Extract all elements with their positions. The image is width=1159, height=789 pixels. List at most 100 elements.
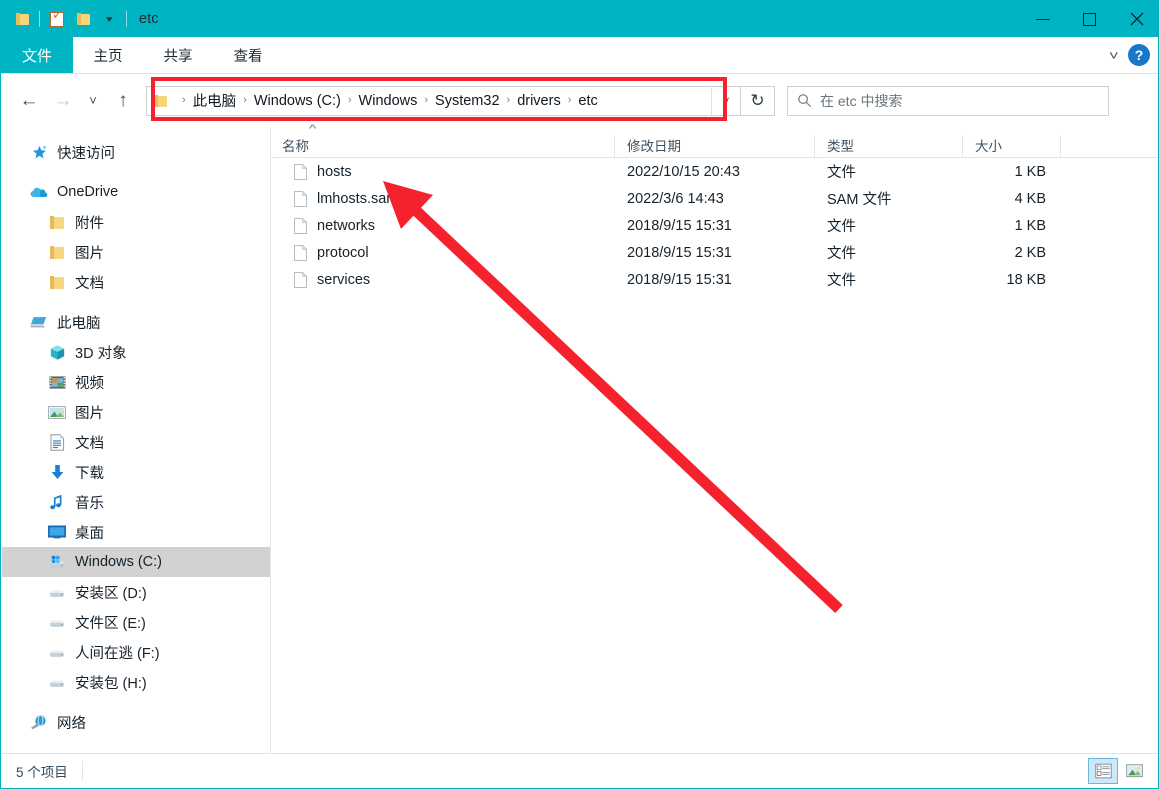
breadcrumb-item-5[interactable]: etc (578, 93, 597, 109)
file-name-cell[interactable]: hosts (271, 163, 615, 180)
file-icon (294, 217, 308, 234)
sidebar-item-pictures[interactable]: 图片 (2, 397, 270, 427)
sidebar-item-label: 文档 (75, 435, 104, 452)
sidebar-item-quick-access[interactable]: 快速访问 (2, 137, 270, 167)
file-explorer-window: ▾ etc 文件 主页 共享 查看 ˅ ? (0, 0, 1159, 789)
address-bar[interactable]: › 此电脑 › Windows (C:) › Windows › System3… (146, 85, 741, 116)
file-date-cell: 2018/9/15 15:31 (627, 244, 732, 261)
table-row[interactable]: lmhosts.sam 2022/3/6 14:43 SAM 文件 4 KB (271, 185, 1158, 212)
column-header-date-label: 修改日期 (627, 139, 681, 154)
help-icon[interactable]: ? (1128, 44, 1150, 66)
tab-share[interactable]: 共享 (143, 37, 213, 73)
sidebar-item-label: 3D 对象 (75, 345, 127, 362)
tab-home[interactable]: 主页 (73, 37, 143, 73)
sidebar-item-label: 图片 (75, 245, 104, 262)
navigation-pane[interactable]: 快速访问 OneDrive 附件 图片 文档 此电脑 3D 对象 视频 图片 文… (2, 127, 271, 755)
qat-divider-1 (39, 11, 40, 27)
column-header-size-label: 大小 (975, 139, 1002, 154)
sidebar-item-label: 此电脑 (57, 315, 101, 332)
file-name-cell[interactable]: lmhosts.sam (271, 190, 615, 207)
refresh-button[interactable]: ↻ (741, 85, 775, 116)
window-title: etc (139, 11, 159, 27)
sidebar-item-desktop[interactable]: 桌面 (2, 517, 270, 547)
chevron-down-icon[interactable]: ˅ (1109, 49, 1119, 62)
table-row[interactable]: hosts 2022/10/15 20:43 文件 1 KB (271, 158, 1158, 185)
column-header-size[interactable]: 大小 (962, 135, 1060, 157)
sidebar-item-documents[interactable]: 文档 (2, 427, 270, 457)
sidebar-item-drive-d[interactable]: 安装区 (D:) (2, 577, 270, 607)
sidebar-item-music[interactable]: 音乐 (2, 487, 270, 517)
sidebar-item-label: 图片 (75, 405, 104, 422)
sidebar-item-videos[interactable]: 视频 (2, 367, 270, 397)
sort-ascending-icon: ^ (308, 123, 317, 135)
quick-access-toolbar: ▾ (1, 1, 131, 37)
breadcrumb-item-3[interactable]: System32 (435, 93, 499, 109)
sidebar-item-drive-e[interactable]: 文件区 (E:) (2, 607, 270, 637)
breadcrumb-separator: › (243, 94, 247, 106)
forward-button[interactable]: → (46, 84, 80, 118)
file-icon (294, 271, 308, 288)
sidebar-item-windows-c[interactable]: Windows (C:) (2, 547, 270, 577)
file-name-cell[interactable]: networks (271, 217, 615, 234)
breadcrumb-item-0[interactable]: 此电脑 (193, 90, 237, 111)
sidebar-item-label: 快速访问 (57, 145, 115, 162)
file-type-cell: 文件 (827, 165, 856, 181)
sidebar-item-3d-objects[interactable]: 3D 对象 (2, 337, 270, 367)
sidebar-item-onedrive[interactable]: OneDrive (2, 177, 270, 207)
file-name-cell[interactable]: protocol (271, 244, 615, 261)
column-header-date[interactable]: 修改日期 (614, 135, 814, 157)
tab-file[interactable]: 文件 (1, 37, 73, 73)
large-icons-view-button[interactable] (1119, 758, 1149, 784)
breadcrumb-item-4[interactable]: drivers (517, 93, 561, 109)
sidebar-item-label: Windows (C:) (75, 554, 163, 570)
table-row[interactable]: protocol 2018/9/15 15:31 文件 2 KB (271, 239, 1158, 266)
sidebar-item-label: 下载 (75, 465, 104, 482)
sidebar-item-label: 视频 (75, 375, 104, 392)
minimize-button[interactable] (1019, 1, 1066, 37)
column-header-row: ^ 名称 修改日期 类型 大小 (270, 123, 1158, 158)
sidebar-item-network[interactable]: 网络 (2, 707, 270, 737)
column-header-type[interactable]: 类型 (814, 135, 962, 157)
sidebar-item-drive-f[interactable]: 人间在逃 (F:) (2, 637, 270, 667)
folder-icon[interactable] (9, 6, 35, 32)
breadcrumb-item-2[interactable]: Windows (359, 93, 418, 109)
table-row[interactable]: networks 2018/9/15 15:31 文件 1 KB (271, 212, 1158, 239)
details-view-button[interactable] (1088, 757, 1118, 784)
search-input[interactable]: 在 etc 中搜索 (820, 91, 902, 111)
properties-icon[interactable] (44, 6, 70, 32)
breadcrumb-item-1[interactable]: Windows (C:) (254, 93, 341, 109)
file-list[interactable]: hosts 2022/10/15 20:43 文件 1 KB lmhosts.s… (271, 158, 1158, 754)
recent-locations-button[interactable]: ˅ (80, 84, 106, 118)
search-box[interactable]: 在 etc 中搜索 (787, 85, 1109, 116)
sidebar-item-drive-h[interactable]: 安装包 (H:) (2, 667, 270, 697)
desktop-icon (48, 523, 66, 541)
column-header-blank[interactable] (1060, 135, 1158, 157)
customize-caret-icon[interactable]: ▾ (96, 6, 122, 32)
close-button[interactable] (1113, 1, 1158, 37)
file-date-cell: 2018/9/15 15:31 (627, 271, 732, 288)
file-name-cell[interactable]: services (271, 271, 615, 288)
maximize-icon (1083, 12, 1096, 26)
column-header-name[interactable]: ^ 名称 (270, 123, 614, 157)
back-button[interactable]: ← (12, 84, 46, 118)
sidebar-item-onedrive-documents[interactable]: 文档 (2, 267, 270, 297)
file-size-cell: 2 KB (1014, 244, 1046, 261)
file-date-cell: 2022/3/6 14:43 (627, 190, 724, 207)
address-dropdown-icon[interactable]: ˅ (711, 86, 740, 115)
new-folder-icon[interactable] (70, 6, 96, 32)
maximize-button[interactable] (1066, 1, 1113, 37)
drive-icon (48, 643, 66, 661)
table-row[interactable]: services 2018/9/15 15:31 文件 18 KB (271, 266, 1158, 293)
view-mode-buttons (1088, 757, 1158, 784)
sidebar-item-label: 桌面 (75, 525, 104, 542)
up-button[interactable]: ↑ (106, 84, 140, 118)
folder-icon (48, 243, 66, 261)
sidebar-item-onedrive-pictures[interactable]: 图片 (2, 237, 270, 267)
file-name-label: protocol (317, 244, 369, 261)
breadcrumb-separator: › (424, 94, 429, 106)
sidebar-item-this-pc[interactable]: 此电脑 (2, 307, 270, 337)
network-icon (30, 713, 48, 731)
sidebar-item-downloads[interactable]: 下载 (2, 457, 270, 487)
sidebar-item-attachments[interactable]: 附件 (2, 207, 270, 237)
tab-view[interactable]: 查看 (213, 37, 283, 73)
